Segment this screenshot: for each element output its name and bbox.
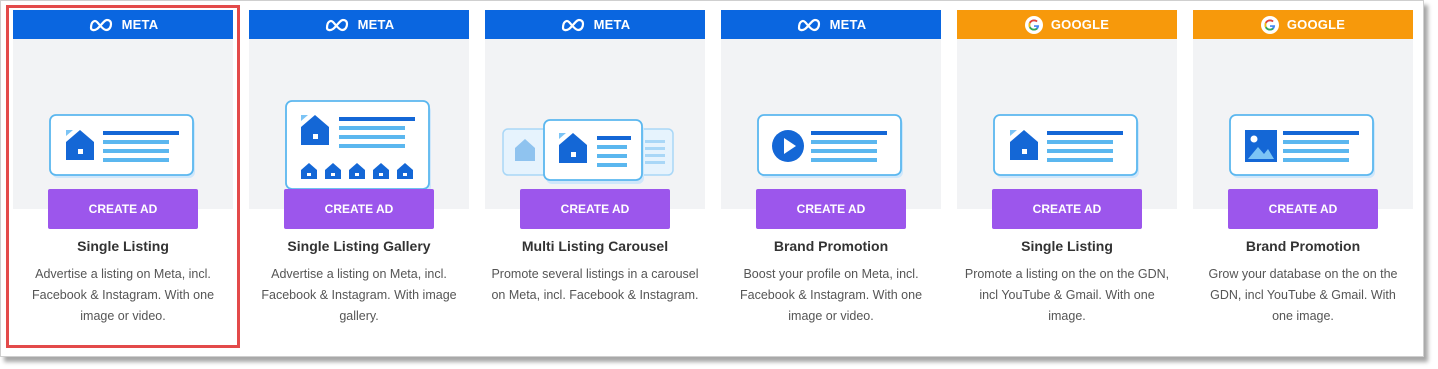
create-ad-button[interactable]: CREATE AD xyxy=(992,189,1142,229)
ad-preview-illustration xyxy=(1193,39,1413,209)
brand-label: META xyxy=(357,17,395,32)
google-icon xyxy=(1260,15,1279,34)
brand-label: META xyxy=(593,17,631,32)
create-ad-button[interactable]: CREATE AD xyxy=(284,189,434,229)
ad-preview-illustration xyxy=(13,39,233,209)
card-title: Brand Promotion xyxy=(1245,238,1361,254)
ad-type-panel: META CREATE AD Single Listing Advertise … xyxy=(0,0,1424,357)
brand-bar: GOOGLE xyxy=(1193,10,1413,39)
card-description: Advertise a listing on Meta, incl. Faceb… xyxy=(31,267,215,323)
ad-preview-illustration xyxy=(721,39,941,209)
meta-icon xyxy=(89,18,112,31)
card-title: Single Listing Gallery xyxy=(287,238,431,254)
brand-bar: GOOGLE xyxy=(957,10,1177,39)
meta-icon xyxy=(561,18,584,31)
card-title: Single Listing xyxy=(77,238,169,254)
card-title: Single Listing xyxy=(1021,238,1113,254)
ad-card-multi-listing-carousel-meta[interactable]: META CREATE AD Multi Listing Carousel Pr… xyxy=(485,10,705,350)
ad-card-brand-promotion-google[interactable]: GOOGLE CREATE AD Brand Promotion Grow yo… xyxy=(1193,10,1413,350)
brand-label: GOOGLE xyxy=(1286,17,1346,32)
meta-icon xyxy=(797,18,820,31)
create-ad-button[interactable]: CREATE AD xyxy=(520,189,670,229)
create-ad-button[interactable]: CREATE AD xyxy=(1228,189,1378,229)
ad-card-single-listing-google[interactable]: GOOGLE CREATE AD Single Listing Promote … xyxy=(957,10,1177,350)
ad-card-single-listing-meta[interactable]: META CREATE AD Single Listing Advertise … xyxy=(13,10,233,350)
card-description: Boost your profile on Meta, incl. Facebo… xyxy=(739,267,923,323)
create-ad-button[interactable]: CREATE AD xyxy=(756,189,906,229)
brand-bar: META xyxy=(249,10,469,39)
card-title: Brand Promotion xyxy=(773,238,889,254)
card-description: Grow your database on the on the GDN, in… xyxy=(1208,267,1398,323)
brand-label: META xyxy=(121,17,159,32)
ad-preview-illustration xyxy=(485,39,705,209)
card-description: Promote a listing on the on the GDN, inc… xyxy=(964,267,1170,323)
card-description: Advertise a listing on Meta, incl. Faceb… xyxy=(261,267,457,323)
ad-preview-illustration xyxy=(957,39,1177,209)
brand-label: GOOGLE xyxy=(1050,17,1110,32)
ad-preview-illustration xyxy=(249,39,469,209)
brand-bar: META xyxy=(13,10,233,39)
google-icon xyxy=(1024,15,1043,34)
create-ad-button[interactable]: CREATE AD xyxy=(48,189,198,229)
meta-icon xyxy=(325,18,348,31)
brand-label: META xyxy=(829,17,867,32)
ad-card-single-listing-gallery-meta[interactable]: META CREATE AD Single Listing Gallery Ad… xyxy=(249,10,469,350)
card-title: Multi Listing Carousel xyxy=(521,238,669,254)
card-description: Promote several listings in a carousel o… xyxy=(491,267,699,302)
brand-bar: META xyxy=(485,10,705,39)
brand-bar: META xyxy=(721,10,941,39)
ad-card-brand-promotion-meta[interactable]: META CREATE AD Brand Promotion Boost you… xyxy=(721,10,941,350)
